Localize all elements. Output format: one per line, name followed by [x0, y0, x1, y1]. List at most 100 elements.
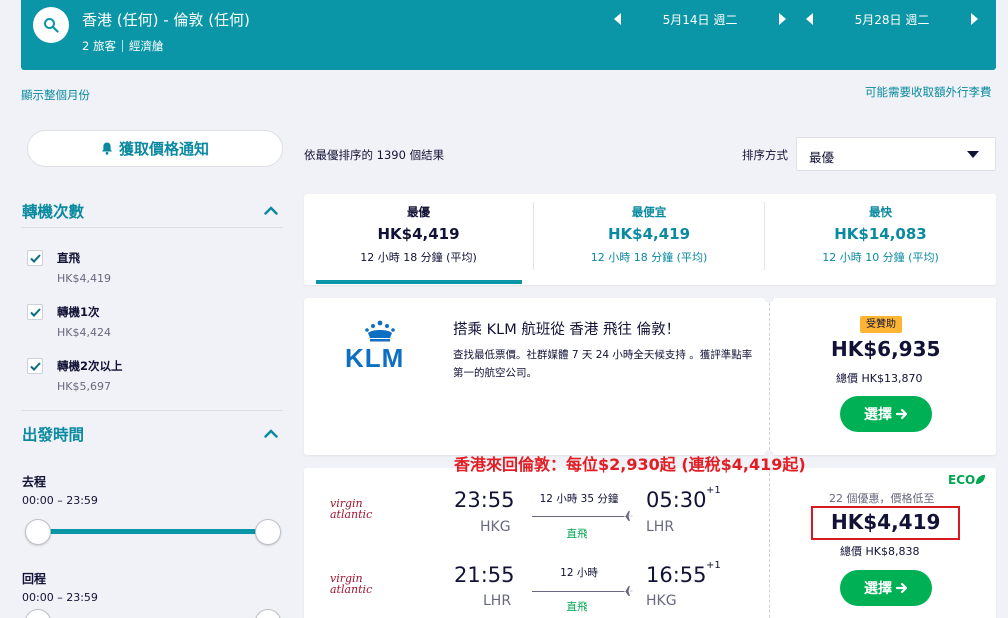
sort-select[interactable]: 最優 — [796, 137, 996, 171]
tab-title: 最便宜 — [631, 205, 667, 219]
active-tab-indicator — [316, 280, 522, 284]
depart-date: 5月14日 週二 — [662, 12, 738, 27]
cabin-text: 經濟艙 — [128, 39, 164, 53]
show-whole-month-link[interactable]: 顯示整個月份 — [21, 87, 90, 103]
outbound-slider-track[interactable] — [38, 529, 268, 534]
checkmark-icon — [29, 361, 41, 371]
tab-duration: 12 小時 18 分鐘 (平均) — [360, 251, 477, 264]
select-label: 選擇 — [864, 407, 892, 423]
next-depart-date-icon[interactable] — [779, 13, 786, 25]
chevron-up-icon[interactable] — [264, 429, 278, 438]
tab-price: HK$14,083 — [834, 225, 927, 243]
tab-title: 最快 — [869, 205, 892, 219]
stops-filter-title[interactable]: 轉機次數 — [22, 200, 84, 222]
results-count: 依最優排序的 1390 個結果 — [304, 148, 445, 162]
logo-line: atlantic — [330, 508, 373, 521]
plane-icon — [621, 511, 633, 521]
tab-best[interactable]: 最優 HK$4,419 12 小時 18 分鐘 (平均) — [304, 194, 533, 285]
leg-depart-time: 21:55 — [454, 563, 515, 587]
leg-duration: 12 小時 35 分鐘 — [539, 493, 619, 505]
virgin-atlantic-logo: virgin atlantic — [330, 498, 372, 520]
tab-price: HK$4,419 — [607, 225, 691, 243]
outbound-label: 去程 — [22, 475, 47, 489]
select-label: 選擇 — [864, 581, 892, 597]
divider — [21, 410, 283, 411]
travellers-cabin: 2 旅客 經濟艙 — [82, 38, 163, 54]
leg-from-code: HKG — [480, 519, 511, 535]
deals-text: 22 個優惠，價格低至 — [829, 492, 935, 505]
return-slider-handle-min[interactable] — [25, 609, 51, 618]
stops-price-two-plus: HK$5,697 — [57, 380, 111, 393]
klm-crown-icon — [365, 320, 395, 342]
logo-line: atlantic — [330, 583, 373, 596]
chevron-up-icon[interactable] — [264, 206, 278, 215]
tab-duration: 12 小時 10 分鐘 (平均) — [822, 251, 939, 264]
arrow-right-icon — [896, 408, 908, 420]
route-text: 香港 (任何) - 倫敦 (任何) — [82, 11, 250, 29]
ad-description: 查找最低票價。社群媒體 7 天 24 小時全天候支持 。獲評準點率第一的航空公司… — [453, 349, 753, 379]
flight-select-button[interactable]: 選擇 — [840, 570, 932, 606]
ad-total-price: 總價 HK$13,870 — [836, 372, 923, 385]
sort-value: 最優 — [809, 150, 835, 165]
ad-price: HK$6,935 — [831, 337, 941, 361]
leg-to-code: LHR — [646, 519, 675, 535]
next-return-date-icon[interactable] — [971, 13, 978, 25]
arrow-right-icon — [896, 582, 908, 594]
search-icon — [44, 18, 59, 33]
stops-price-one: HK$4,424 — [57, 326, 111, 339]
card-notch — [764, 293, 774, 303]
stops-checkbox-direct[interactable] — [27, 250, 43, 266]
stops-checkbox-two-plus[interactable] — [27, 358, 43, 374]
stops-label-one: 轉機1次 — [57, 305, 100, 319]
search-summary-bar[interactable]: 香港 (任何) - 倫敦 (任何) 2 旅客 經濟艙 5月14日 週二 5月28日… — [21, 0, 996, 70]
price-alert-label: 獲取價格通知 — [118, 140, 209, 158]
leg-line — [532, 591, 624, 592]
virgin-atlantic-logo: virgin atlantic — [330, 573, 372, 595]
tab-duration: 12 小時 18 分鐘 (平均) — [590, 251, 708, 264]
return-label: 回程 — [22, 572, 47, 586]
leg-arrive-time: 16:55 — [646, 563, 707, 587]
bag-fees-link[interactable]: 可能需要收取額外行李費 — [865, 84, 992, 100]
return-slider-handle-max[interactable] — [255, 609, 281, 618]
return-range: 00:00 – 23:59 — [22, 591, 98, 604]
search-button[interactable] — [33, 7, 69, 43]
card-divider — [769, 468, 770, 618]
klm-logo: KLM — [345, 343, 405, 373]
leg-stops: 直飛 — [566, 528, 588, 540]
flight-total-price: 總價 HK$8,838 — [840, 545, 920, 558]
stops-label-direct: 直飛 — [57, 251, 80, 265]
leg-arrive-time: 05:30 — [646, 488, 707, 512]
return-date-picker[interactable]: 5月28日 週二 — [806, 10, 978, 28]
eco-badge: ECO — [948, 473, 986, 487]
outbound-range: 00:00 – 23:59 — [22, 494, 98, 507]
next-day-indicator: +1 — [706, 485, 721, 496]
return-date: 5月28日 週二 — [854, 12, 930, 27]
eco-label: ECO — [948, 473, 976, 487]
ad-title: 搭乘 KLM 航班從 香港 飛往 倫敦！ — [453, 322, 681, 338]
bell-icon — [101, 142, 112, 155]
outbound-slider-handle-min[interactable] — [25, 519, 51, 545]
leg-from-code: LHR — [483, 593, 512, 609]
stops-checkbox-one[interactable] — [27, 304, 43, 320]
travellers-text: 2 旅客 — [82, 39, 116, 53]
outbound-slider-handle-max[interactable] — [255, 519, 281, 545]
caret-down-icon — [967, 151, 979, 158]
stops-price-direct: HK$4,419 — [57, 272, 111, 285]
leg-stops: 直飛 — [566, 601, 588, 613]
ad-select-button[interactable]: 選擇 — [840, 396, 932, 432]
prev-return-date-icon[interactable] — [806, 13, 813, 25]
checkmark-icon — [29, 307, 41, 317]
times-filter-title[interactable]: 出發時間 — [22, 423, 84, 445]
price-alert-button[interactable]: 獲取價格通知 — [27, 130, 283, 167]
depart-date-picker[interactable]: 5月14日 週二 — [614, 10, 786, 28]
leaf-icon — [976, 474, 986, 485]
divider — [21, 227, 283, 228]
sort-label: 排序方式 — [742, 148, 788, 162]
tab-price: HK$4,419 — [377, 225, 460, 243]
leg-depart-time: 23:55 — [454, 488, 515, 512]
tab-cheapest[interactable]: 最便宜 HK$4,419 12 小時 18 分鐘 (平均) — [534, 194, 764, 285]
plane-icon — [621, 586, 633, 596]
card-divider — [769, 298, 770, 455]
prev-depart-date-icon[interactable] — [614, 13, 621, 25]
tab-fastest[interactable]: 最快 HK$14,083 12 小時 10 分鐘 (平均) — [765, 194, 996, 285]
